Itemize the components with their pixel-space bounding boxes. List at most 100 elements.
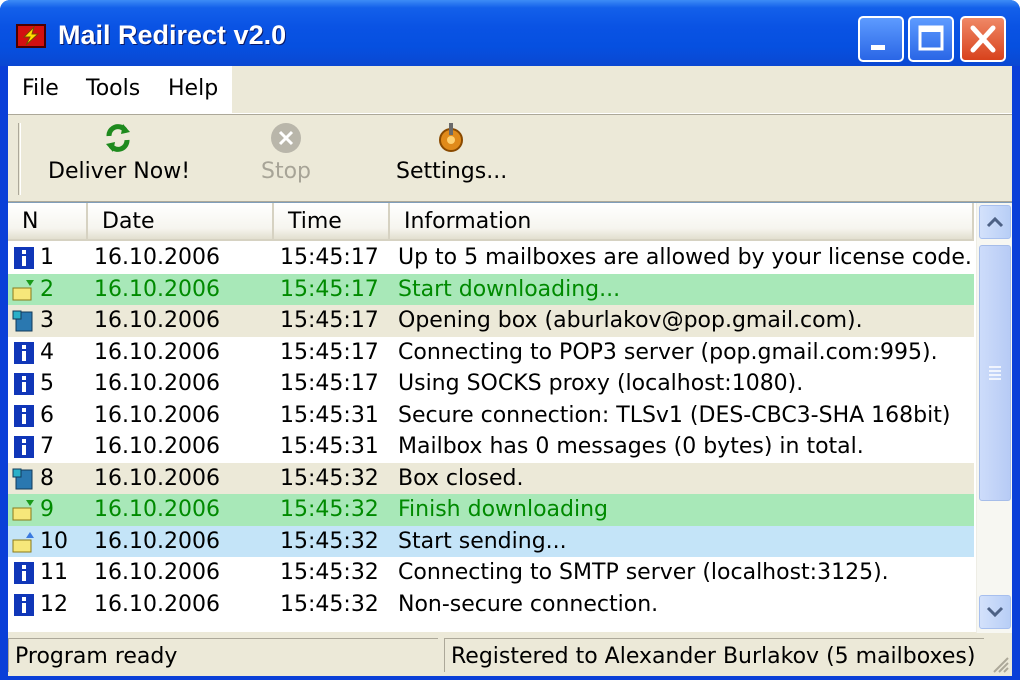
scroll-down-button[interactable]	[979, 595, 1011, 629]
chevron-down-icon	[986, 606, 1004, 618]
row-information: Opening box (aburlakov@pop.gmail.com).	[398, 308, 863, 333]
table-row[interactable]: 5 16.10.2006 15:45:17 Using SOCKS proxy (lo…	[8, 368, 974, 400]
upload-icon	[12, 530, 36, 554]
app-window: Mail Redirect v2.0 File Tools Help Deliv…	[0, 0, 1020, 680]
row-time: 15:45:31	[280, 402, 379, 428]
vertical-scrollbar[interactable]	[976, 203, 1012, 633]
row-time: 15:45:32	[280, 560, 379, 585]
row-time: 15:45:17	[280, 339, 379, 365]
row-time: 15:45:17	[280, 308, 379, 333]
table-row[interactable]: 7 16.10.2006 15:45:31 Mailbox has 0 message…	[8, 431, 974, 463]
row-information: Up to 5 mailboxes are allowed by your li…	[398, 245, 972, 270]
info-icon	[12, 341, 36, 365]
row-information: Connecting to SMTP server (localhost:312…	[398, 560, 889, 585]
row-information: Start downloading...	[398, 276, 621, 302]
row-information: Secure connection: TLSv1 (DES-CBC3-SHA 1…	[398, 402, 951, 428]
row-information: Mailbox has 0 messages (0 bytes) in tota…	[398, 434, 864, 459]
row-date: 16.10.2006	[94, 339, 220, 365]
deliver-now-button[interactable]: Deliver Now!	[48, 121, 190, 184]
row-date: 16.10.2006	[94, 465, 220, 491]
table-row[interactable]: 9 16.10.2006 15:45:32 Finish downloading	[8, 494, 974, 526]
menu-tools[interactable]: Tools	[86, 76, 140, 101]
window-title: Mail Redirect v2.0	[58, 20, 287, 50]
settings-gear-icon	[439, 123, 463, 152]
stop-button[interactable]: Stop	[256, 121, 316, 184]
title-bar[interactable]: Mail Redirect v2.0	[0, 0, 1020, 66]
table-row[interactable]: 12 16.10.2006 15:45:32 Non-secure connectio…	[8, 588, 974, 621]
info-icon	[12, 246, 36, 270]
row-date: 16.10.2006	[94, 560, 220, 585]
mailbox-icon	[12, 309, 36, 333]
status-left: Program ready	[8, 638, 438, 672]
menu-file[interactable]: File	[22, 76, 59, 101]
client-area: File Tools Help Deliver Now! Stop Settin…	[8, 66, 1012, 676]
row-time: 15:45:32	[280, 591, 379, 617]
row-date: 16.10.2006	[94, 402, 220, 428]
table-row[interactable]: 4 16.10.2006 15:45:17 Connecting to POP3 se…	[8, 336, 974, 369]
column-header-n[interactable]: N	[8, 203, 88, 239]
info-icon	[12, 561, 36, 585]
close-icon	[970, 25, 996, 53]
row-number: 5	[40, 371, 54, 396]
menu-bar: File Tools Help	[8, 66, 1012, 114]
close-button[interactable]	[960, 16, 1006, 62]
row-time: 15:45:32	[280, 465, 379, 491]
row-time: 15:45:32	[280, 497, 379, 522]
row-time: 15:45:31	[280, 434, 379, 459]
table-row[interactable]: 2 16.10.2006 15:45:17 Start downloading...	[8, 273, 974, 306]
row-information: Connecting to POP3 server (pop.gmail.com…	[398, 339, 938, 365]
download-icon	[12, 278, 36, 302]
row-date: 16.10.2006	[94, 434, 220, 459]
status-right: Registered to Alexander Burlakov (5 mail…	[444, 638, 984, 672]
column-header-date[interactable]: Date	[88, 203, 274, 239]
row-date: 16.10.2006	[94, 308, 220, 333]
row-information: Start sending...	[398, 528, 567, 554]
table-row[interactable]: 11 16.10.2006 15:45:32 Connecting to SMTP s…	[8, 557, 974, 589]
table-row[interactable]: 3 16.10.2006 15:45:17 Opening box (aburlako…	[8, 305, 974, 337]
grip-lines-icon	[989, 366, 1001, 380]
status-bar: Program ready Registered to Alexander Bu…	[8, 634, 1012, 676]
table-row[interactable]: 1 16.10.2006 15:45:17 Up to 5 mailboxes are…	[8, 242, 974, 274]
column-header-time[interactable]: Time	[274, 203, 390, 239]
row-number: 9	[40, 497, 54, 522]
row-date: 16.10.2006	[94, 497, 220, 522]
row-number: 1	[40, 245, 54, 270]
scroll-up-button[interactable]	[979, 205, 1011, 239]
row-date: 16.10.2006	[94, 276, 220, 302]
info-icon	[12, 435, 36, 459]
info-icon	[12, 404, 36, 428]
info-icon	[12, 593, 36, 617]
row-number: 3	[40, 308, 54, 333]
table-row[interactable]: 6 16.10.2006 15:45:31 Secure connection: TL…	[8, 399, 974, 432]
row-information: Box closed.	[398, 465, 524, 491]
settings-label: Settings...	[396, 159, 508, 184]
table-row[interactable]: 10 16.10.2006 15:45:32 Start sending...	[8, 525, 974, 558]
log-list[interactable]: N Date Time Information 1 16.10.2006 15:45…	[8, 202, 1012, 633]
row-number: 10	[40, 528, 68, 554]
row-time: 15:45:17	[280, 371, 379, 396]
row-number: 8	[40, 465, 54, 491]
row-time: 15:45:17	[280, 245, 379, 270]
row-date: 16.10.2006	[94, 371, 220, 396]
column-header-information[interactable]: Information	[390, 203, 974, 239]
row-number: 7	[40, 434, 54, 459]
row-date: 16.10.2006	[94, 245, 220, 270]
scroll-thumb[interactable]	[979, 245, 1011, 501]
row-date: 16.10.2006	[94, 591, 220, 617]
refresh-icon	[106, 124, 130, 152]
toolbar-grip[interactable]	[18, 123, 21, 195]
resize-grip-icon[interactable]	[988, 652, 1010, 674]
table-row[interactable]: 8 16.10.2006 15:45:32 Box closed.	[8, 462, 974, 495]
stop-icon	[271, 123, 301, 153]
download-icon	[12, 498, 36, 522]
stop-label: Stop	[260, 159, 311, 184]
maximize-button[interactable]	[908, 16, 954, 62]
mailbox-icon	[12, 467, 36, 491]
row-date: 16.10.2006	[94, 528, 220, 554]
minimize-button[interactable]	[858, 16, 904, 62]
row-information: Non-secure connection.	[398, 591, 659, 617]
row-time: 15:45:32	[280, 528, 379, 554]
menu-help[interactable]: Help	[168, 76, 218, 101]
chevron-up-icon	[986, 216, 1004, 228]
settings-button[interactable]: Settings...	[396, 121, 508, 184]
